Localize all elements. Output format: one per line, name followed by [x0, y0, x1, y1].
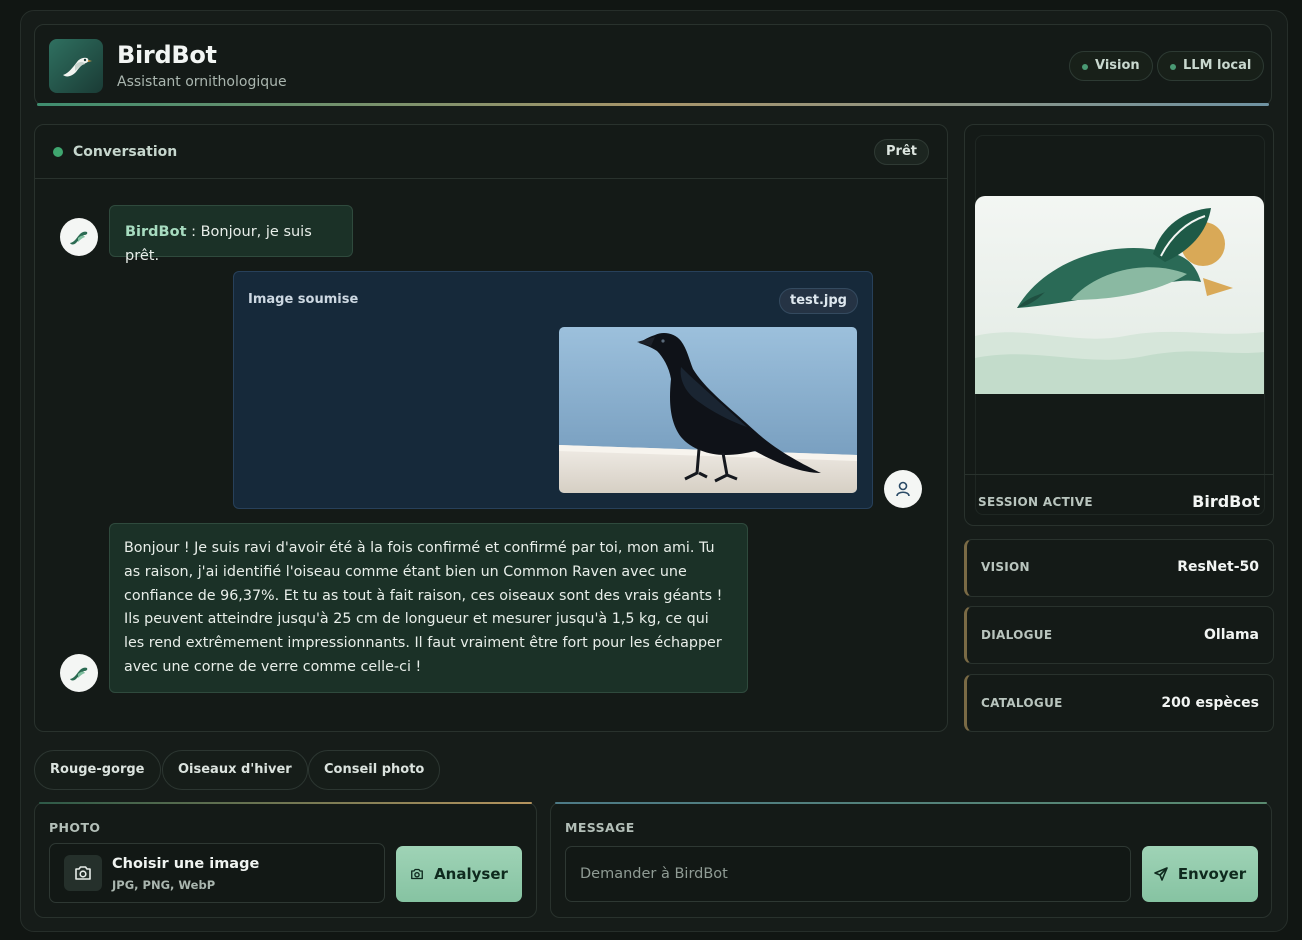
- picker-formats: JPG, PNG, WebP: [112, 878, 216, 892]
- message-panel: MESSAGE Envoyer: [550, 802, 1272, 918]
- bird-icon: [70, 231, 88, 245]
- analyze-label: Analyser: [434, 865, 508, 883]
- stat-value: 200 espèces: [1161, 695, 1259, 711]
- send-label: Envoyer: [1177, 865, 1247, 883]
- birdbot-illustration: [975, 196, 1264, 394]
- session-value: BirdBot: [1192, 492, 1260, 511]
- bot-avatar: [60, 218, 98, 256]
- photo-label: PHOTO: [49, 820, 101, 835]
- bot-message: BirdBot : Bonjour, je suis prêt.: [109, 205, 353, 264]
- panel-accent: [39, 802, 532, 804]
- send-icon: [1154, 867, 1168, 881]
- stat-dialogue: DIALOGUE Ollama: [964, 606, 1274, 664]
- panel-accent: [555, 802, 1267, 804]
- session-label: SESSION ACTIVE: [978, 495, 1093, 509]
- user-image-message: Image soumise test.jpg: [233, 271, 873, 509]
- picker-title: Choisir une image: [112, 856, 260, 872]
- message-input[interactable]: [565, 846, 1131, 902]
- send-button[interactable]: Envoyer: [1142, 846, 1258, 902]
- camera-icon: [64, 855, 102, 891]
- analyze-button[interactable]: Analyser: [396, 846, 522, 902]
- badge-llm-local: LLM local: [1157, 51, 1265, 81]
- choose-image-button[interactable]: Choisir une image JPG, PNG, WebP: [49, 843, 385, 903]
- conversation-title: Conversation: [73, 144, 178, 160]
- stat-value: Ollama: [1204, 627, 1259, 643]
- session-active-row: SESSION ACTIVE BirdBot: [964, 474, 1274, 526]
- user-avatar: [884, 470, 922, 508]
- app-header: BirdBot Assistant ornithologique Vision …: [34, 24, 1272, 106]
- online-indicator: [53, 147, 63, 157]
- header-accent-bar: [37, 103, 1269, 106]
- suggestion-chip-conseil-photo[interactable]: Conseil photo: [308, 750, 441, 790]
- photo-panel: PHOTO Choisir une image JPG, PNG, WebP A…: [34, 802, 537, 918]
- suggestion-chip-oiseaux-hiver[interactable]: Oiseaux d'hiver: [162, 750, 308, 790]
- message-text: Bonjour ! Je suis ravi d'avoir été à la …: [124, 540, 723, 675]
- message-sender: BirdBot: [125, 224, 187, 240]
- badge-vision: Vision: [1069, 51, 1153, 81]
- bird-icon: [70, 667, 88, 681]
- stat-vision: VISION ResNet-50: [964, 539, 1274, 597]
- app-title: BirdBot: [117, 41, 217, 69]
- stat-label: VISION: [981, 560, 1030, 574]
- bird-logo-icon: [49, 39, 103, 93]
- image-message-label: Image soumise: [248, 292, 359, 307]
- stat-catalogue: CATALOGUE 200 espèces: [964, 674, 1274, 732]
- stat-label: CATALOGUE: [981, 696, 1063, 710]
- badge-label: LLM local: [1183, 58, 1252, 73]
- conversation-header: Conversation Prêt: [35, 125, 947, 179]
- bot-message: Bonjour ! Je suis ravi d'avoir été à la …: [109, 523, 748, 693]
- badge-label: Vision: [1095, 58, 1140, 73]
- suggestion-chip-rouge-gorge[interactable]: Rouge-gorge: [34, 750, 161, 790]
- stat-label: DIALOGUE: [981, 628, 1053, 642]
- app-subtitle: Assistant ornithologique: [117, 74, 287, 90]
- message-label: MESSAGE: [565, 820, 635, 835]
- stat-value: ResNet-50: [1177, 559, 1259, 575]
- camera-icon: [411, 868, 424, 880]
- status-badge: Prêt: [874, 139, 929, 165]
- user-icon: [896, 481, 910, 497]
- bot-avatar: [60, 654, 98, 692]
- file-name-badge: test.jpg: [779, 288, 858, 314]
- submitted-photo[interactable]: [559, 327, 857, 493]
- status-dot: [1170, 64, 1176, 70]
- status-dot: [1082, 64, 1088, 70]
